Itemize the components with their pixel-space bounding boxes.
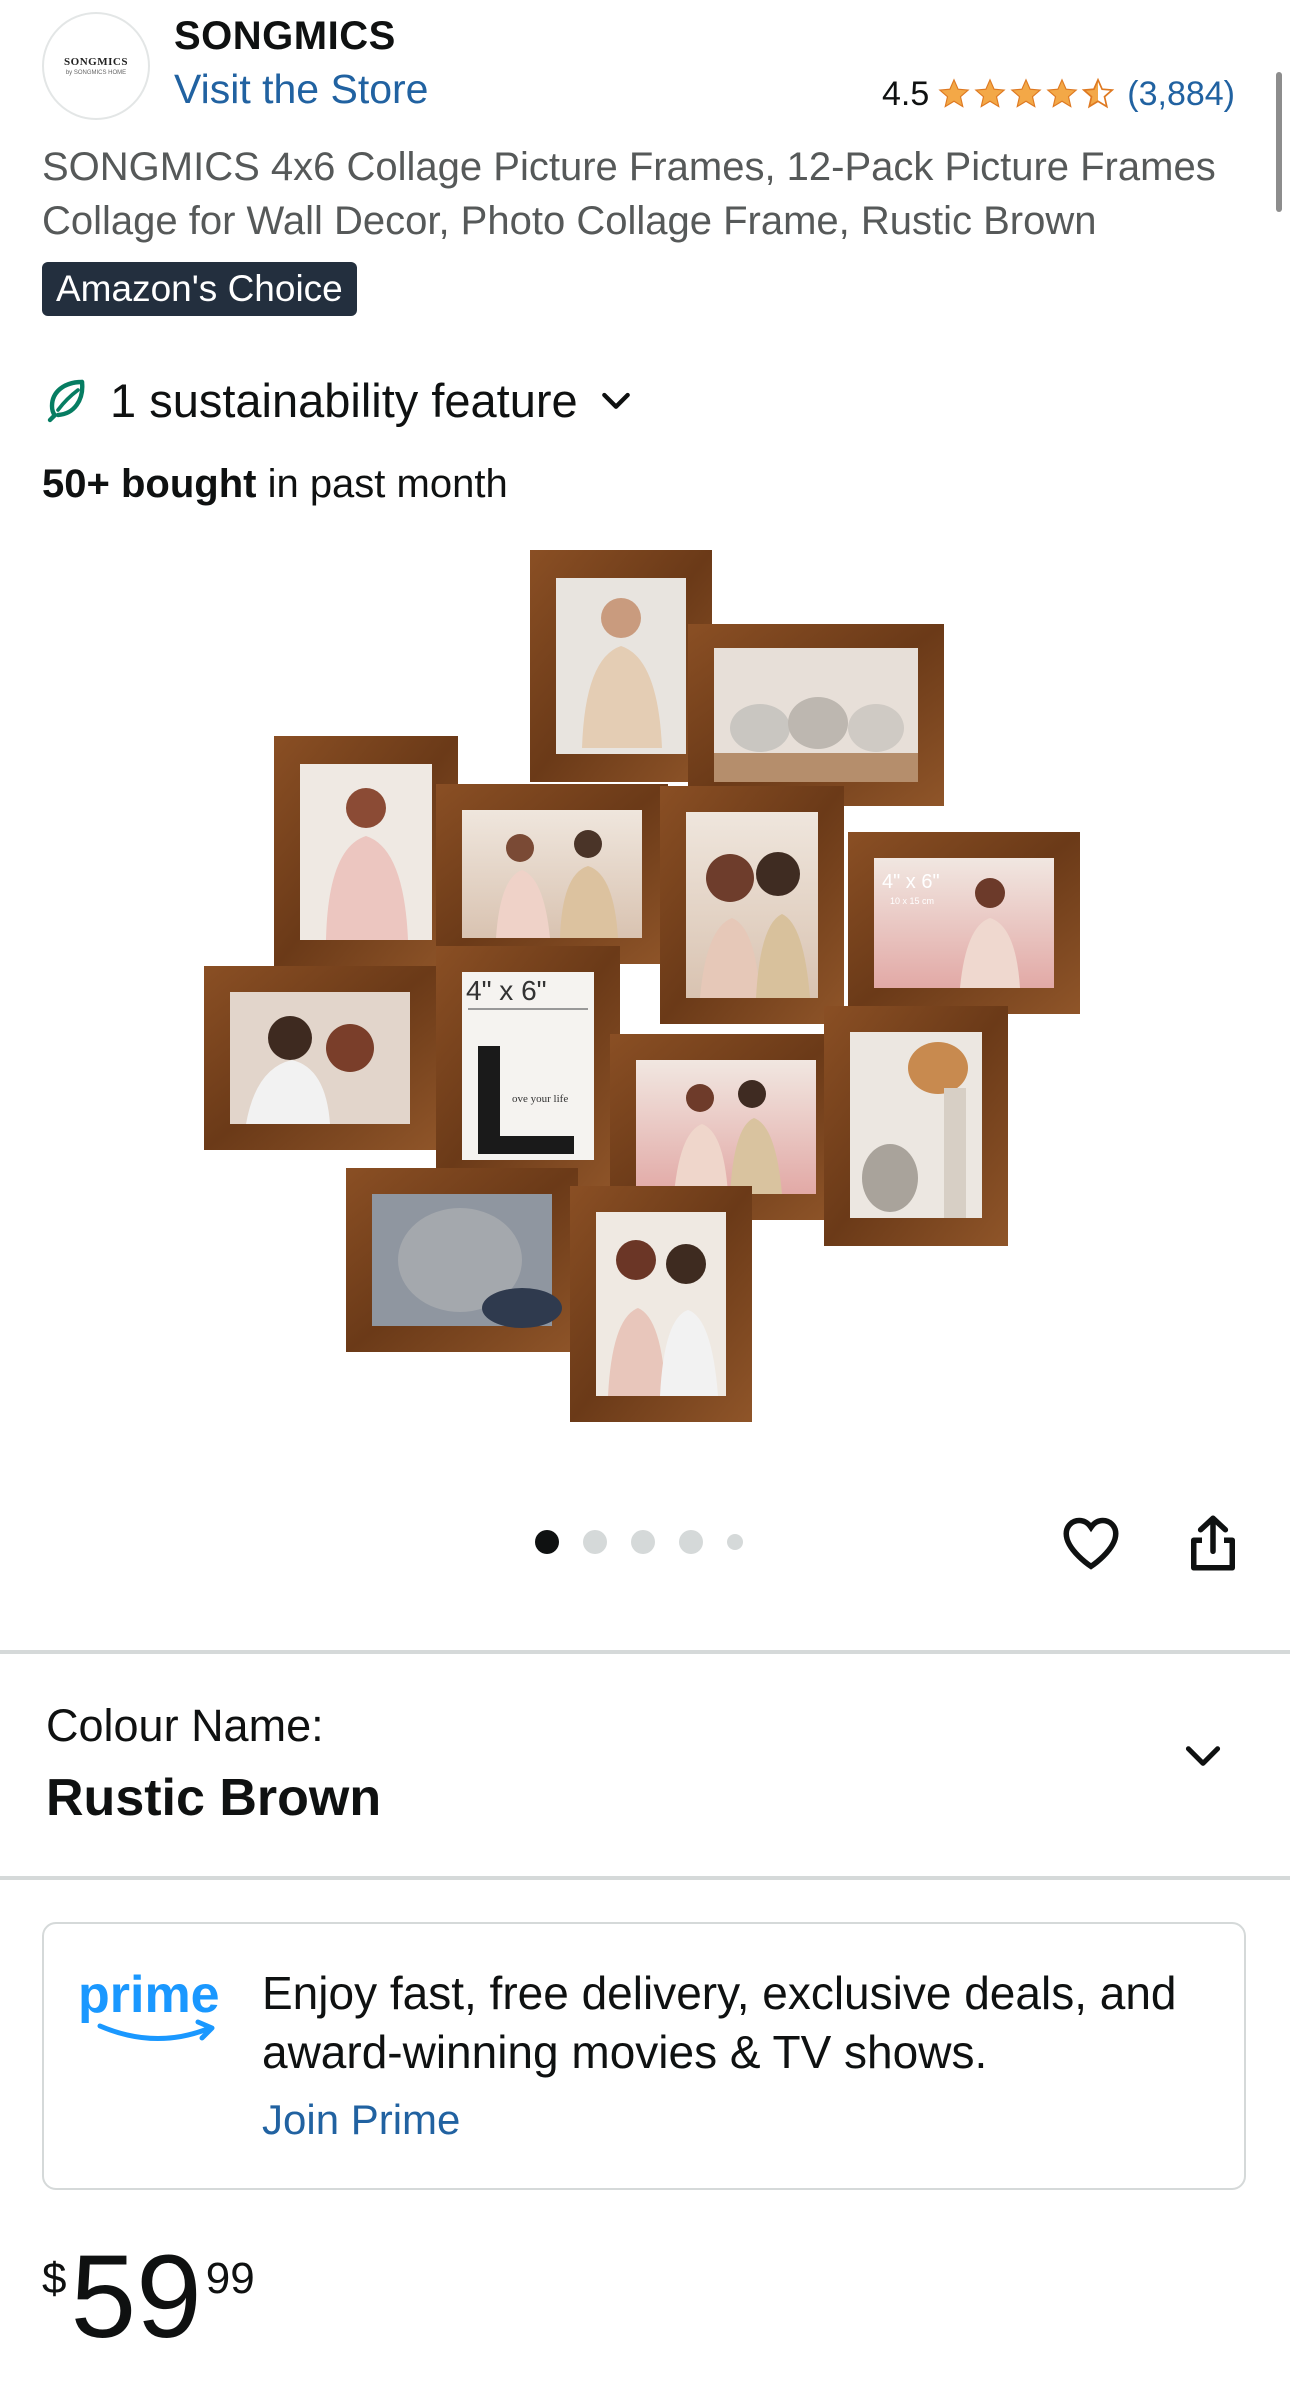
product-title: SONGMICS 4x6 Collage Picture Frames, 12-… xyxy=(42,145,1216,243)
heart-icon[interactable] xyxy=(1058,1510,1124,1576)
image-carousel-dots[interactable] xyxy=(535,1530,743,1554)
sustainability-label: 1 sustainability feature xyxy=(110,373,578,427)
brand-name[interactable]: SONGMICS xyxy=(174,14,396,59)
size-label-small: 4" x 6" xyxy=(882,871,940,893)
carousel-dot-2[interactable] xyxy=(583,1530,607,1554)
leaf-icon xyxy=(47,379,85,423)
brand-logo-text: SONGMICS xyxy=(64,56,128,68)
frame-couple-closeup xyxy=(660,786,844,1024)
prime-logo-icon: prime xyxy=(78,1966,220,2041)
bought-period: in past month xyxy=(256,462,508,506)
bought-count: 50+ bought xyxy=(42,462,257,506)
prime-logo-text: prime xyxy=(78,1966,220,2024)
frame-couple-landscape xyxy=(436,784,668,964)
star-rating xyxy=(937,77,1115,111)
frame-cats-tree xyxy=(824,1006,1008,1246)
frame-woman-sofa: 4" x 6" 10 x 15 cm xyxy=(848,832,1080,1014)
bought-in-past-month: 50+ bought in past month xyxy=(42,462,508,507)
review-count-link[interactable]: (3,884) xyxy=(1127,75,1235,114)
section-divider xyxy=(0,1650,1290,1654)
price-currency: $ xyxy=(42,2254,67,2303)
share-icon[interactable] xyxy=(1180,1510,1246,1576)
frame-couple-portrait-bottom xyxy=(570,1186,752,1422)
rating-summary[interactable]: 4.5 (3,884) xyxy=(882,72,1235,116)
frame-couple-embrace xyxy=(204,966,436,1150)
frame-love-your-life: 4" x 6" ove your life xyxy=(436,946,620,1186)
size-label-small-cm: 10 x 15 cm xyxy=(890,896,934,906)
brand-logo-subtext: by SONGMICS HOME xyxy=(65,70,127,76)
chevron-down-icon[interactable] xyxy=(1178,1730,1228,1780)
image-text-love-your-life: ove your life xyxy=(512,1093,568,1105)
visit-store-link[interactable]: Visit the Store xyxy=(174,66,429,113)
frame-grey-cat xyxy=(346,1168,578,1352)
frame-man-portrait xyxy=(530,550,712,782)
colour-value[interactable]: Rustic Brown xyxy=(46,1768,381,1828)
carousel-dot-1[interactable] xyxy=(535,1530,559,1554)
product-image[interactable]: 4" x 6" 10 x 15 cm 4" x 6" ove your life xyxy=(200,548,1090,1428)
colour-label: Colour Name: xyxy=(46,1700,324,1751)
carousel-dot-4[interactable] xyxy=(679,1530,703,1554)
star-full-icon xyxy=(1046,78,1078,108)
page-scrollbar[interactable] xyxy=(1276,72,1282,212)
frame-kittens xyxy=(688,624,944,806)
amazons-choice-badge: Amazon's Choice xyxy=(42,262,357,316)
carousel-dot-5[interactable] xyxy=(727,1534,743,1550)
sustainability-toggle[interactable]: 1 sustainability feature xyxy=(42,370,636,430)
section-divider xyxy=(0,1876,1290,1880)
star-full-icon xyxy=(1010,78,1042,108)
price-whole: 59 xyxy=(70,2231,202,2363)
frame-woman-portrait xyxy=(274,736,458,968)
star-full-icon xyxy=(974,78,1006,108)
prime-promo-text: Enjoy fast, free delivery, exclusive dea… xyxy=(262,1967,1177,2078)
join-prime-link[interactable]: Join Prime xyxy=(262,2096,460,2144)
star-half-icon xyxy=(1082,77,1115,109)
carousel-dot-3[interactable] xyxy=(631,1530,655,1554)
price: $ 59 99 xyxy=(42,2232,255,2362)
star-full-icon xyxy=(938,78,970,108)
price-fraction: 99 xyxy=(205,2254,255,2303)
rating-value: 4.5 xyxy=(882,74,930,113)
size-label-large: 4" x 6" xyxy=(466,975,547,1006)
brand-logo[interactable]: SONGMICS by SONGMICS HOME xyxy=(42,12,150,120)
chevron-down-icon xyxy=(601,392,630,409)
